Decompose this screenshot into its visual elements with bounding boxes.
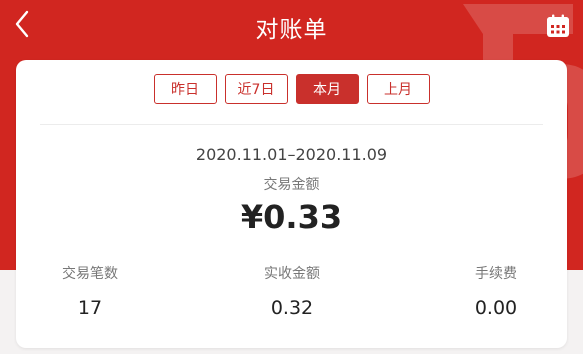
transaction-count-value: 17: [77, 297, 103, 319]
fee-label: 手续费: [475, 266, 517, 282]
calendar-icon: [545, 13, 571, 43]
fee-stat: 手续费 0.00: [436, 264, 556, 321]
tab-yesterday[interactable]: 昨日: [153, 74, 217, 104]
period-tabs: 昨日 近7日 本月 上月: [16, 74, 567, 104]
statement-card: 昨日 近7日 本月 上月 2020.11.01–2020.11.09 交易金额 …: [16, 60, 567, 348]
date-range: 2020.11.01–2020.11.09: [195, 145, 388, 164]
transaction-amount-value: ¥0.33: [240, 198, 343, 236]
divider: [40, 124, 543, 125]
tab-last-month[interactable]: 上月: [366, 74, 430, 104]
received-amount-stat: 实收金额 0.32: [232, 264, 352, 321]
transaction-amount-label: 交易金额: [263, 177, 320, 193]
tab-this-month[interactable]: 本月: [295, 74, 359, 104]
received-amount-label: 实收金额: [264, 266, 320, 282]
transaction-count-label: 交易笔数: [62, 266, 118, 282]
calendar-button[interactable]: [543, 13, 573, 43]
page-title: 对账单: [255, 17, 328, 43]
received-amount-value: 0.32: [270, 297, 314, 319]
fee-value: 0.00: [474, 297, 518, 319]
tab-last-7-days[interactable]: 近7日: [224, 74, 288, 104]
nav-bar: 对账单: [0, 0, 583, 52]
transaction-count-stat: 交易笔数 17: [30, 264, 150, 321]
